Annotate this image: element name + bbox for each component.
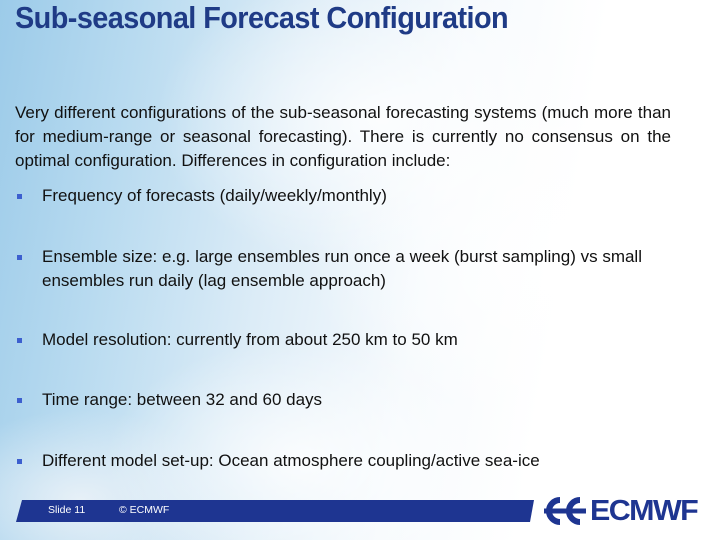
ecmwf-logo: ECMWF — [540, 495, 699, 527]
logo-text: ECMWF — [590, 494, 699, 527]
intro-paragraph: Very different configurations of the sub… — [15, 103, 671, 170]
slide-number: Slide 11 — [48, 504, 86, 516]
bullet-marker-icon — [17, 194, 22, 199]
bullet-text: Model resolution: currently from about 2… — [42, 330, 458, 349]
copyright: © ECMWF — [119, 504, 170, 516]
bullet-text: Time range: between 32 and 60 days — [42, 390, 323, 409]
bullet-item: Different model set-up: Ocean atmosphere… — [15, 449, 695, 473]
bullet-marker-icon — [17, 398, 22, 403]
bullet-marker-icon — [17, 338, 22, 343]
footer-bar — [16, 500, 534, 522]
slide-title: Sub-seasonal Forecast Configuration — [15, 0, 509, 35]
slide: Sub-seasonal Forecast Configuration Very… — [0, 0, 720, 540]
bullet-item: Model resolution: currently from about 2… — [15, 328, 695, 352]
bullet-item: Time range: between 32 and 60 days — [15, 388, 695, 412]
bullet-marker-icon — [17, 459, 22, 464]
bullet-text: Different model set-up: Ocean atmosphere… — [42, 451, 540, 470]
bullet-item: Frequency of forecasts (daily/weekly/mon… — [15, 184, 695, 208]
bullet-marker-icon — [17, 255, 22, 260]
ecmwf-logo-icon — [544, 497, 586, 525]
bullet-text: Frequency of forecasts (daily/weekly/mon… — [42, 186, 387, 205]
bullet-item: Ensemble size: e.g. large ensembles run … — [15, 245, 695, 293]
bullet-text: Ensemble size: e.g. large ensembles run … — [42, 247, 642, 290]
